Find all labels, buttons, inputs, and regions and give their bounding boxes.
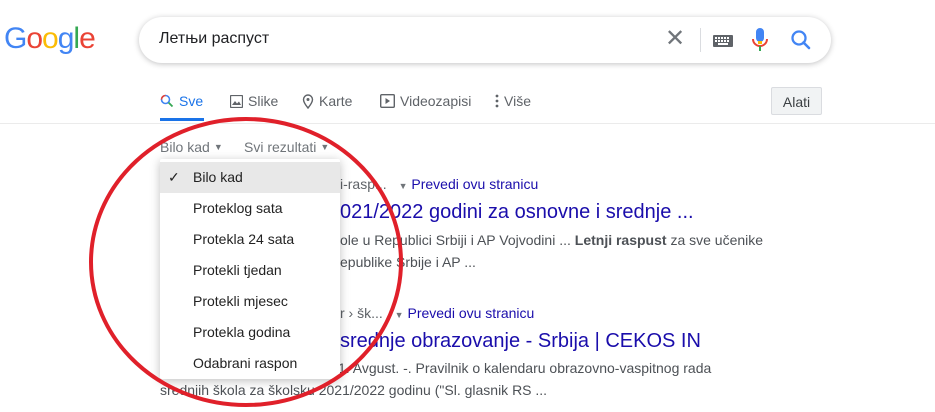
result-url[interactable]: r › šk... ▼ Prevedi ovu stranicu (340, 305, 534, 321)
result-title[interactable]: 021/2022 godini za osnovne i srednje ... (340, 201, 694, 224)
result-snippet: srednjih škola za školsku 2021/2022 godi… (160, 379, 547, 401)
menu-item-label: Proteklog sata (193, 200, 283, 216)
caret-down-icon[interactable]: ▼ (399, 181, 408, 191)
snippet-text: epublike Srbije i AP ... (340, 254, 476, 270)
tools-button[interactable]: Alati (771, 87, 822, 115)
divider (0, 123, 935, 124)
search-icon (160, 94, 174, 108)
tab-more[interactable]: Više (495, 92, 531, 110)
url-text: i-rasp... (340, 176, 387, 192)
menu-item-any-time[interactable]: ✓ Bilo kad (160, 162, 340, 193)
result-snippet: 1. Avgust. -. Pravilnik o kalendaru obra… (338, 357, 711, 379)
url-text: r › šk... (340, 305, 383, 321)
search-input[interactable]: Летњи распуст (159, 30, 269, 48)
translate-link[interactable]: Prevedi ovu stranicu (411, 176, 538, 192)
close-icon[interactable]: ✕ (663, 27, 687, 51)
tab-label: Karte (319, 93, 353, 109)
tab-videos[interactable]: Videozapisi (380, 92, 471, 110)
map-pin-icon (302, 93, 314, 109)
time-filter-menu: ✓ Bilo kad Proteklog sata Protekla 24 sa… (160, 159, 340, 379)
menu-item-past-24-hours[interactable]: Protekla 24 sata (160, 224, 340, 255)
caret-down-icon: ▼ (213, 142, 223, 152)
tab-all[interactable]: Sve (160, 92, 203, 110)
menu-item-label: Protekli tjedan (193, 262, 282, 278)
tab-label: Sve (179, 93, 204, 109)
menu-item-past-week[interactable]: Protekli tjedan (160, 255, 340, 286)
time-filter-dropdown[interactable]: Bilo kad ▼ (160, 139, 223, 155)
tab-label: Slike (248, 93, 279, 109)
divider (700, 28, 701, 52)
menu-item-label: Protekla godina (193, 324, 291, 340)
result-url[interactable]: i-rasp... ▼ Prevedi ovu stranicu (340, 176, 538, 192)
logo-letter: G (4, 22, 27, 55)
result-snippet: ole u Republici Srbiji i AP Vojvodini ..… (340, 229, 763, 273)
menu-item-custom-range[interactable]: Odabrani raspon (160, 348, 340, 379)
microphone-icon[interactable] (752, 28, 768, 57)
search-icon[interactable] (790, 29, 812, 56)
snippet-text: ole u Republici Srbiji i AP Vojvodini ..… (340, 232, 575, 248)
nav-tabs: Sve Slike Karte Videozapisi Više (158, 92, 758, 122)
translate-link[interactable]: Prevedi ovu stranicu (407, 305, 534, 321)
menu-item-past-year[interactable]: Protekla godina (160, 317, 340, 348)
logo-letter: o (42, 22, 59, 55)
snippet-text: 1. Avgust. -. Pravilnik o kalendaru obra… (338, 360, 712, 376)
tab-images[interactable]: Slike (230, 92, 278, 110)
tab-maps[interactable]: Karte (302, 92, 352, 110)
menu-item-label: Odabrani raspon (193, 355, 298, 371)
google-logo[interactable]: Google (4, 22, 96, 56)
result-title[interactable]: srednje obrazovanje - Srbija | CEKOS IN (340, 330, 701, 353)
time-filter-label: Bilo kad (160, 139, 210, 155)
caret-down-icon[interactable]: ▼ (395, 310, 404, 320)
snippet-text: srednjih škola za školsku 2021/2022 godi… (160, 382, 548, 398)
menu-item-label: Protekla 24 sata (193, 231, 295, 247)
search-box[interactable]: Летњи распуст ✕ (139, 17, 831, 63)
video-icon (380, 94, 395, 108)
more-vert-icon (495, 94, 499, 108)
results-filter-label: Svi rezultati (244, 139, 317, 155)
image-icon (230, 94, 243, 108)
logo-letter: e (79, 22, 96, 55)
logo-letter: o (26, 22, 43, 55)
menu-item-past-month[interactable]: Protekli mjesec (160, 286, 340, 317)
menu-item-label: Bilo kad (193, 169, 243, 185)
active-tab-indicator (160, 118, 204, 121)
caret-down-icon: ▼ (320, 142, 330, 152)
snippet-highlight: Letnji raspust (574, 232, 667, 248)
check-icon: ✓ (168, 169, 180, 185)
snippet-text: za sve učenike (666, 232, 764, 248)
tab-label: Videozapisi (400, 93, 472, 109)
tab-label: Više (504, 93, 531, 109)
results-filter-dropdown[interactable]: Svi rezultati ▼ (244, 139, 329, 155)
logo-letter: g (57, 22, 75, 55)
menu-item-label: Protekli mjesec (193, 293, 288, 309)
keyboard-icon[interactable] (713, 34, 733, 52)
menu-item-past-hour[interactable]: Proteklog sata (160, 193, 340, 224)
